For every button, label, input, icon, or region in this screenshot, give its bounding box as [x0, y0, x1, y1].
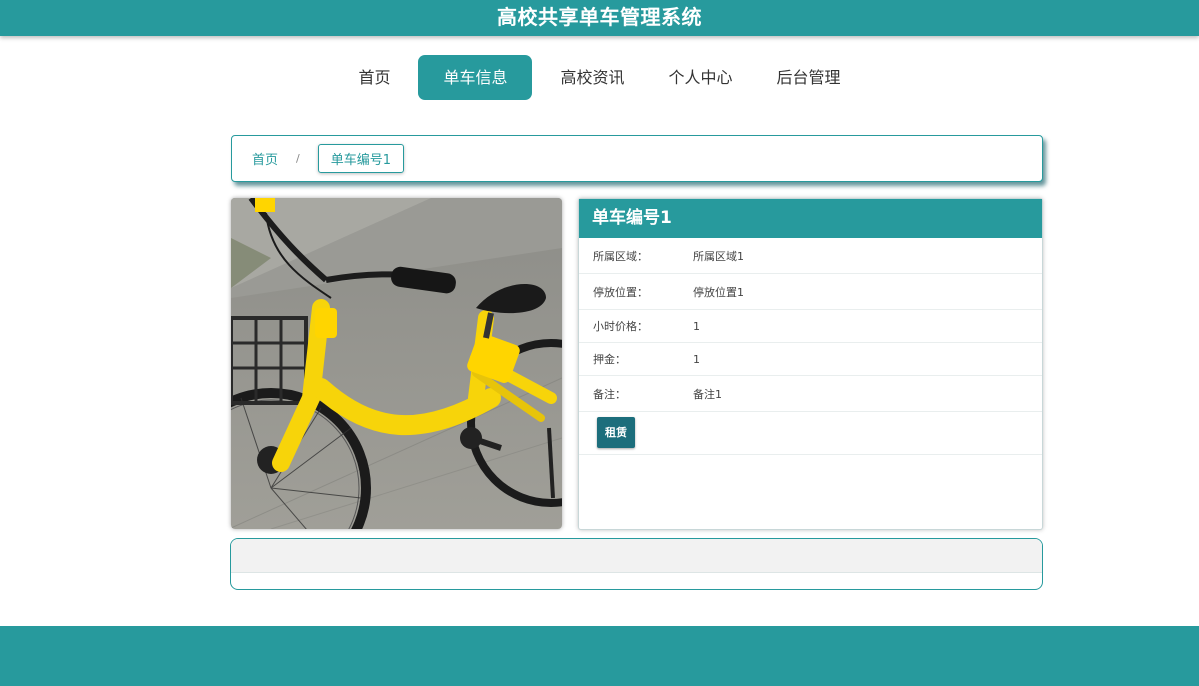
detail-label: 备注：: [593, 387, 626, 401]
footer-bar: [0, 626, 1199, 686]
detail-value: 备注1: [693, 387, 722, 401]
nav-item-admin[interactable]: 后台管理: [755, 55, 863, 100]
nav-item-bike-info[interactable]: 单车信息: [418, 55, 533, 100]
detail-value: 1: [693, 319, 700, 333]
nav-item-campus-news[interactable]: 高校资讯: [538, 55, 646, 100]
comment-panel-header: [231, 539, 1042, 573]
breadcrumb-separator: /: [296, 152, 300, 165]
detail-row-location: 停放位置： 停放位置1: [579, 274, 1042, 310]
nav-item-personal-center[interactable]: 个人中心: [647, 55, 755, 100]
detail-actions: 租赁: [579, 412, 1042, 455]
comment-panel: [230, 538, 1043, 590]
nav-item-home[interactable]: 首页: [336, 55, 412, 100]
site-title: 高校共享单车管理系统: [497, 4, 702, 29]
breadcrumb-home-link[interactable]: 首页: [252, 149, 278, 168]
detail-row-deposit: 押金： 1: [579, 343, 1042, 376]
detail-value: 所属区域1: [693, 249, 744, 263]
rent-button[interactable]: 租赁: [597, 417, 635, 448]
detail-label: 押金：: [593, 353, 626, 366]
detail-label: 停放位置：: [593, 285, 648, 299]
detail-label: 所属区域：: [593, 249, 648, 263]
detail-value: 停放位置1: [693, 285, 744, 299]
breadcrumb: 首页 / 单车编号1: [231, 135, 1043, 182]
detail-row-hourly-price: 小时价格： 1: [579, 310, 1042, 343]
top-header-bar: 高校共享单车管理系统: [0, 0, 1199, 36]
breadcrumb-current[interactable]: 单车编号1: [317, 144, 405, 173]
bike-detail-card: 单车编号1 所属区域： 所属区域1 停放位置： 停放位置1 小时价格： 1 押金…: [578, 198, 1043, 530]
bike-photo: [231, 198, 562, 529]
detail-label: 小时价格：: [593, 320, 648, 333]
main-nav: 首页 单车信息 高校资讯 个人中心 后台管理: [0, 55, 1199, 100]
bike-detail-title: 单车编号1: [579, 199, 1042, 238]
bicycle-image: [231, 198, 562, 529]
detail-row-area: 所属区域： 所属区域1: [579, 238, 1042, 274]
detail-row-remarks: 备注： 备注1: [579, 376, 1042, 412]
detail-value: 1: [693, 352, 700, 366]
